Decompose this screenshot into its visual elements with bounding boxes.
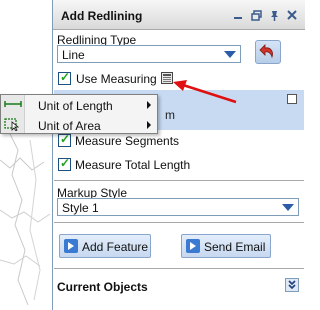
submenu-arrow-icon [147,101,151,109]
area-cursor-icon [4,117,22,134]
menu-item-label: Unit of Length [38,99,113,113]
menu-item-unit-of-area[interactable]: Unit of Area [1,115,157,134]
ruler-icon [4,98,22,114]
annotation-arrow [173,80,237,104]
units-context-menu: Unit of Length Unit of Area [0,94,158,134]
menu-item-unit-of-length[interactable]: Unit of Length [1,95,157,114]
submenu-arrow-icon [147,121,151,129]
menu-item-label: Unit of Area [38,119,101,133]
